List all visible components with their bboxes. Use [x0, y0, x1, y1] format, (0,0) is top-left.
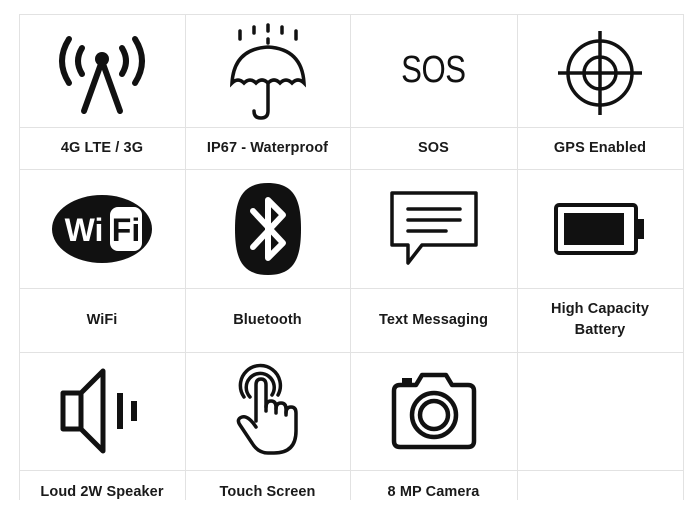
wifi-logo-text-wi: Wi: [65, 212, 104, 248]
grid-line: [683, 14, 684, 500]
feature-icon-cell: [350, 352, 517, 470]
feature-label: Text Messaging: [378, 311, 489, 328]
feature-label: High Capacity Battery: [551, 301, 649, 338]
antenna-signal-icon: [59, 35, 145, 114]
feature-label: Loud 2W Speaker: [40, 484, 164, 500]
feature-icon-cell: [19, 14, 185, 127]
speaker-icon: [60, 368, 137, 454]
feature-label: IP67 - Waterproof: [206, 139, 329, 156]
feature-label: 8 MP Camera: [387, 484, 480, 500]
feature-icon-cell: [517, 14, 683, 127]
features-grid: SOS 4G LTE / 3G IP67 - Waterproof SOS GP…: [19, 14, 684, 500]
camera-icon: [391, 372, 476, 450]
feature-icon-cell: Wi Fi: [19, 169, 185, 288]
feature-label: GPS Enabled: [553, 139, 647, 156]
feature-label: Touch Screen: [219, 484, 316, 500]
feature-label: SOS: [418, 139, 449, 156]
wifi-logo-text-fi: Fi: [112, 212, 140, 248]
feature-icon-cell: [517, 169, 683, 288]
sos-icon: SOS: [401, 49, 466, 91]
wifi-logo-icon: Wi Fi: [52, 194, 152, 263]
touch-hand-icon: [236, 363, 298, 455]
feature-icon-cell: [185, 169, 350, 288]
feature-label: Bluetooth: [233, 311, 302, 328]
feature-icon-cell: [185, 352, 350, 470]
feature-icon-cell: [185, 14, 350, 127]
bluetooth-icon: [234, 182, 301, 275]
feature-label: 4G LTE / 3G: [60, 139, 144, 156]
battery-icon: [554, 202, 644, 255]
feature-icon-cell: SOS: [350, 14, 517, 127]
message-bubble-icon: [389, 190, 478, 265]
feature-icon-cell: [350, 169, 517, 288]
feature-icon-cell: [19, 352, 185, 470]
feature-label: WiFi: [86, 311, 118, 328]
umbrella-rain-icon: [229, 22, 306, 120]
crosshair-target-icon: [558, 30, 642, 115]
